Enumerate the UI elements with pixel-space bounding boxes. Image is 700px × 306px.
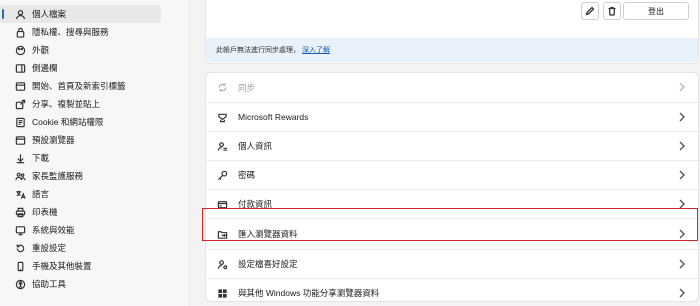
sidebar-icon <box>14 62 26 74</box>
sidebar-item-cookies[interactable]: Cookie 和網站權限 <box>0 113 161 131</box>
sidebar-item-phone[interactable]: 手機及其他裝置 <box>0 257 161 275</box>
key-icon <box>216 169 228 181</box>
delete-profile-button[interactable] <box>603 2 621 20</box>
chevron-right-icon <box>678 229 688 239</box>
chevron-right-icon <box>678 112 688 122</box>
phone-icon <box>14 260 26 272</box>
chevron-right-icon <box>678 288 688 298</box>
share-icon <box>14 98 26 110</box>
row-profile-preferences[interactable]: 設定檔喜好設定 <box>206 249 698 278</box>
sidebar-item-label: 家長監護服務 <box>32 171 84 181</box>
row-sync[interactable]: 同步 <box>206 73 698 102</box>
sidebar-item-label: 重設設定 <box>32 243 67 253</box>
edit-profile-button[interactable] <box>581 2 599 20</box>
sidebar-item-label: 手機及其他裝置 <box>32 261 92 271</box>
sidebar-item-languages[interactable]: 語言 <box>0 185 161 203</box>
printer-icon <box>14 206 26 218</box>
sidebar-item-label: 下載 <box>32 153 50 163</box>
sidebar-item-label: 系統與效能 <box>32 225 75 235</box>
chevron-right-icon <box>678 170 688 180</box>
family-icon <box>14 170 26 182</box>
sidebar-item-label: 外觀 <box>32 45 50 55</box>
settings-main: 登出 此帳戶無法進行同步處理， 深入了解 同步 Microsoft Rewards… <box>191 0 700 306</box>
sidebar-item-label: 預設瀏覽器 <box>32 135 75 145</box>
card-icon <box>216 198 228 210</box>
lock-icon <box>14 26 26 38</box>
rewards-icon <box>216 111 228 123</box>
reset-icon <box>14 242 26 254</box>
sidebar-item-label: 協助工具 <box>32 279 67 289</box>
row-label: 同步 <box>238 82 256 93</box>
browser-icon <box>14 134 26 146</box>
row-payment-info[interactable]: 付款資訊 <box>206 189 698 218</box>
sidebar-item-label: 開始、首頁及新索引標籤 <box>32 81 126 91</box>
chevron-right-icon <box>678 259 688 269</box>
row-personal-info[interactable]: 個人資訊 <box>206 131 698 160</box>
sidebar-item-family[interactable]: 家長監護服務 <box>0 167 161 185</box>
row-label: Microsoft Rewards <box>238 112 309 122</box>
sync-warning-text: 此帳戶無法進行同步處理， <box>216 47 300 54</box>
sidebar-item-downloads[interactable]: 下載 <box>0 149 161 167</box>
sidebar-item-share[interactable]: 分享、複製並貼上 <box>0 95 161 113</box>
sidebar-item-label: 語言 <box>32 189 50 199</box>
sidebar-item-label: 分享、複製並貼上 <box>32 99 101 109</box>
sidebar-item-reset[interactable]: 重設設定 <box>0 239 161 257</box>
row-label: 匯入瀏覽器資料 <box>238 229 298 239</box>
chevron-right-icon <box>678 82 688 92</box>
personal-info-icon <box>216 140 228 152</box>
sync-icon <box>216 82 228 94</box>
row-label: 與其他 Windows 功能分享瀏覽器資料 <box>238 288 380 298</box>
row-passwords[interactable]: 密碼 <box>206 160 698 189</box>
pencil-icon <box>585 6 595 16</box>
cookie-icon <box>14 116 26 128</box>
learn-more-link[interactable]: 深入了解 <box>302 45 330 55</box>
import-folder-icon <box>216 228 228 240</box>
trash-icon <box>608 6 616 16</box>
sidebar-item-appearance[interactable]: 外觀 <box>0 41 161 59</box>
row-import-browser-data[interactable]: 匯入瀏覽器資料 <box>206 218 698 249</box>
sidebar-item-label: 印表機 <box>32 207 58 217</box>
download-icon <box>14 152 26 164</box>
appearance-icon <box>14 44 26 56</box>
profile-icon <box>14 8 26 20</box>
row-label: 設定檔喜好設定 <box>238 259 298 269</box>
row-label: 密碼 <box>238 170 256 180</box>
profile-card: 登出 此帳戶無法進行同步處理， 深入了解 <box>205 0 699 64</box>
sidebar-item-label: 側邊欄 <box>32 63 58 73</box>
sidebar-item-default-browser[interactable]: 預設瀏覽器 <box>0 131 161 149</box>
sidebar-item-label: 隱私權、搜尋與服務 <box>32 27 109 37</box>
sidebar-item-sidebar[interactable]: 側邊欄 <box>0 59 161 77</box>
sidebar-item-start-home[interactable]: 開始、首頁及新索引標籤 <box>0 77 161 95</box>
chevron-right-icon <box>678 199 688 209</box>
sidebar-item-profile[interactable]: 個人檔案 <box>0 5 161 23</box>
sync-warning-bar: 此帳戶無法進行同步處理， 深入了解 <box>206 38 698 62</box>
sidebar-item-accessibility[interactable]: 協助工具 <box>0 275 161 293</box>
signout-button[interactable]: 登出 <box>623 2 689 20</box>
profile-settings-list: 同步 Microsoft Rewards 個人資訊 密碼 付款資訊 匯入瀏覽器資… <box>205 72 699 302</box>
sidebar-item-label: 個人檔案 <box>32 9 67 19</box>
accessibility-icon <box>14 278 26 290</box>
profile-prefs-icon <box>216 258 228 270</box>
chevron-right-icon <box>678 141 688 151</box>
windows-icon <box>216 287 228 299</box>
sidebar-item-privacy[interactable]: 隱私權、搜尋與服務 <box>0 23 161 41</box>
row-microsoft-rewards[interactable]: Microsoft Rewards <box>206 102 698 131</box>
home-tab-icon <box>14 80 26 92</box>
row-label: 付款資訊 <box>238 199 273 209</box>
system-icon <box>14 224 26 236</box>
sidebar-item-system[interactable]: 系統與效能 <box>0 221 161 239</box>
settings-sidebar: 個人檔案 隱私權、搜尋與服務 外觀 側邊欄 開始、首頁及新索引標籤 分享、複製並… <box>0 0 190 306</box>
language-icon <box>14 188 26 200</box>
sidebar-item-printers[interactable]: 印表機 <box>0 203 161 221</box>
sidebar-item-label: Cookie 和網站權限 <box>32 117 104 127</box>
row-share-with-windows[interactable]: 與其他 Windows 功能分享瀏覽器資料 <box>206 278 698 306</box>
row-label: 個人資訊 <box>238 141 273 151</box>
